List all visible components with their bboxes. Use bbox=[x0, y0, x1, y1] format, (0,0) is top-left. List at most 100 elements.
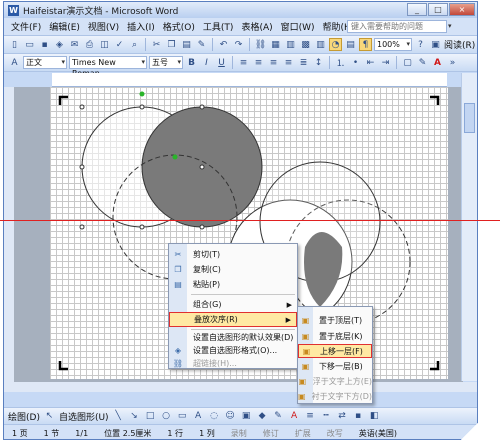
menu-insert[interactable]: 插入(I) bbox=[123, 20, 159, 33]
justify-icon[interactable]: ≡ bbox=[282, 56, 295, 69]
oval-icon[interactable]: ○ bbox=[160, 410, 173, 423]
resize-handle[interactable] bbox=[199, 104, 205, 110]
align-center-icon[interactable]: ≡ bbox=[252, 56, 265, 69]
resize-handle[interactable] bbox=[199, 224, 205, 230]
zoom-select[interactable]: 100% bbox=[374, 38, 412, 51]
font-size-select[interactable]: 五号 bbox=[149, 56, 183, 69]
line-style-icon[interactable]: ≡ bbox=[304, 410, 317, 423]
resize-handle[interactable] bbox=[79, 104, 85, 110]
submenu-send-backward[interactable]: ▣ 下移一层(B) bbox=[298, 359, 372, 373]
canvas-corner-handle[interactable] bbox=[430, 95, 440, 105]
3d-icon[interactable]: ◧ bbox=[368, 410, 381, 423]
status-record[interactable]: 录制 bbox=[223, 428, 255, 439]
canvas-corner-handle[interactable] bbox=[430, 361, 440, 371]
distributed-icon[interactable]: ≣ bbox=[297, 56, 310, 69]
highlight-icon[interactable]: ✎ bbox=[416, 56, 429, 69]
read-button[interactable]: 阅读(R) bbox=[444, 38, 475, 51]
email-icon[interactable]: ✉ bbox=[68, 38, 81, 51]
resize-handle[interactable] bbox=[199, 164, 205, 170]
textbox-icon[interactable]: ▭ bbox=[176, 410, 189, 423]
status-extend[interactable]: 扩展 bbox=[287, 428, 319, 439]
menu-item-order[interactable]: 叠放次序(R) ▶ bbox=[169, 312, 297, 327]
undo-icon[interactable]: ↶ bbox=[217, 38, 230, 51]
shadow-icon[interactable]: ▪ bbox=[352, 410, 365, 423]
font-color-button[interactable]: A bbox=[431, 56, 444, 69]
menu-view[interactable]: 视图(V) bbox=[84, 20, 123, 33]
maximize-button[interactable]: □ bbox=[428, 3, 448, 16]
draw-font-color-icon[interactable]: A bbox=[288, 410, 301, 423]
dash-style-icon[interactable]: ┅ bbox=[320, 410, 333, 423]
vertical-scrollbar[interactable] bbox=[461, 73, 477, 381]
minimize-button[interactable]: _ bbox=[407, 3, 427, 16]
autoshapes-button[interactable]: 自选图形(U) bbox=[59, 410, 109, 423]
insert-excel-icon[interactable]: ▩ bbox=[299, 38, 312, 51]
numbering-icon[interactable]: ⒈ bbox=[334, 56, 347, 69]
permission-icon[interactable]: ◈ bbox=[53, 38, 66, 51]
fill-color-icon[interactable]: ◆ bbox=[256, 410, 269, 423]
print-preview-icon[interactable]: ◫ bbox=[98, 38, 111, 51]
submenu-send-to-back[interactable]: ▣ 置于底层(K) bbox=[298, 329, 372, 343]
arrow-icon[interactable]: ↘ bbox=[128, 410, 141, 423]
tables-borders-icon[interactable]: ▦ bbox=[269, 38, 282, 51]
align-right-icon[interactable]: ≡ bbox=[267, 56, 280, 69]
select-objects-icon[interactable]: ↖ bbox=[43, 410, 56, 423]
align-left-icon[interactable]: ≡ bbox=[237, 56, 250, 69]
submenu-bring-to-front[interactable]: ▣ 置于顶层(T) bbox=[298, 313, 372, 327]
rectangle-icon[interactable]: □ bbox=[144, 410, 157, 423]
help-icon[interactable]: ? bbox=[414, 38, 427, 51]
status-overtype[interactable]: 改写 bbox=[319, 428, 351, 439]
menu-format[interactable]: 格式(O) bbox=[159, 20, 199, 33]
wordart-icon[interactable]: A bbox=[192, 410, 205, 423]
canvas-corner-handle[interactable] bbox=[58, 95, 68, 105]
print-icon[interactable]: ⎙ bbox=[83, 38, 96, 51]
font-select[interactable]: Times New Roman bbox=[69, 56, 147, 78]
spelling-icon[interactable]: ✓ bbox=[113, 38, 126, 51]
menu-tools[interactable]: 工具(T) bbox=[199, 20, 238, 33]
styles-pane-icon[interactable]: A bbox=[8, 56, 21, 69]
resize-handle[interactable] bbox=[139, 104, 145, 110]
menu-item-paste[interactable]: ▤ 粘贴(P) bbox=[169, 277, 297, 292]
document-map-icon[interactable]: ▤ bbox=[344, 38, 357, 51]
close-button[interactable]: × bbox=[449, 3, 475, 16]
research-icon[interactable]: ⌕ bbox=[128, 38, 141, 51]
decrease-indent-icon[interactable]: ⇤ bbox=[364, 56, 377, 69]
status-track[interactable]: 修订 bbox=[255, 428, 287, 439]
menu-file[interactable]: 文件(F) bbox=[7, 20, 45, 33]
help-search-input[interactable]: 键入需要帮助的问题 bbox=[347, 20, 447, 33]
drawing-toggle-icon[interactable]: ◔ bbox=[329, 38, 342, 51]
italic-button[interactable]: I bbox=[200, 56, 213, 69]
scroll-thumb[interactable] bbox=[464, 103, 475, 133]
menu-table[interactable]: 表格(A) bbox=[237, 20, 276, 33]
menu-item-cut[interactable]: ✂ 剪切(T) bbox=[169, 247, 297, 262]
copy-icon[interactable]: ❐ bbox=[165, 38, 178, 51]
diagram-icon[interactable]: ◌ bbox=[208, 410, 221, 423]
bold-button[interactable]: B bbox=[185, 56, 198, 69]
menu-edit[interactable]: 编辑(E) bbox=[45, 20, 84, 33]
underline-button[interactable]: U bbox=[215, 56, 228, 69]
show-hide-marks-icon[interactable]: ¶ bbox=[359, 38, 372, 51]
cut-icon[interactable]: ✂ bbox=[150, 38, 163, 51]
resize-handle[interactable] bbox=[79, 164, 85, 170]
insert-table-icon[interactable]: ▥ bbox=[284, 38, 297, 51]
rotate-handle[interactable] bbox=[139, 91, 145, 97]
save-icon[interactable]: ▪ bbox=[38, 38, 51, 51]
resize-handle[interactable] bbox=[79, 224, 85, 230]
menu-item-group[interactable]: 组合(G) ▶ bbox=[169, 297, 297, 312]
canvas-corner-handle[interactable] bbox=[58, 361, 68, 371]
style-select[interactable]: 正文 bbox=[23, 56, 67, 69]
format-painter-icon[interactable]: ✎ bbox=[195, 38, 208, 51]
menu-item-copy[interactable]: ❐ 复制(C) bbox=[169, 262, 297, 277]
redo-icon[interactable]: ↷ bbox=[232, 38, 245, 51]
more-options-icon[interactable]: » bbox=[446, 56, 459, 69]
rotate-handle[interactable] bbox=[172, 154, 178, 160]
border-icon[interactable]: ▢ bbox=[401, 56, 414, 69]
line-icon[interactable]: ╲ bbox=[112, 410, 125, 423]
line-color-icon[interactable]: ✎ bbox=[272, 410, 285, 423]
draw-menu-button[interactable]: 绘图(D) bbox=[8, 410, 40, 423]
line-spacing-icon[interactable]: ↕ bbox=[312, 56, 325, 69]
picture-icon[interactable]: ▣ bbox=[240, 410, 253, 423]
help-dropdown-icon[interactable]: ▾ bbox=[448, 20, 457, 33]
menu-window[interactable]: 窗口(W) bbox=[277, 20, 319, 33]
columns-icon[interactable]: ▥ bbox=[314, 38, 327, 51]
submenu-bring-forward[interactable]: ▣ 上移一层(F) bbox=[298, 344, 372, 358]
